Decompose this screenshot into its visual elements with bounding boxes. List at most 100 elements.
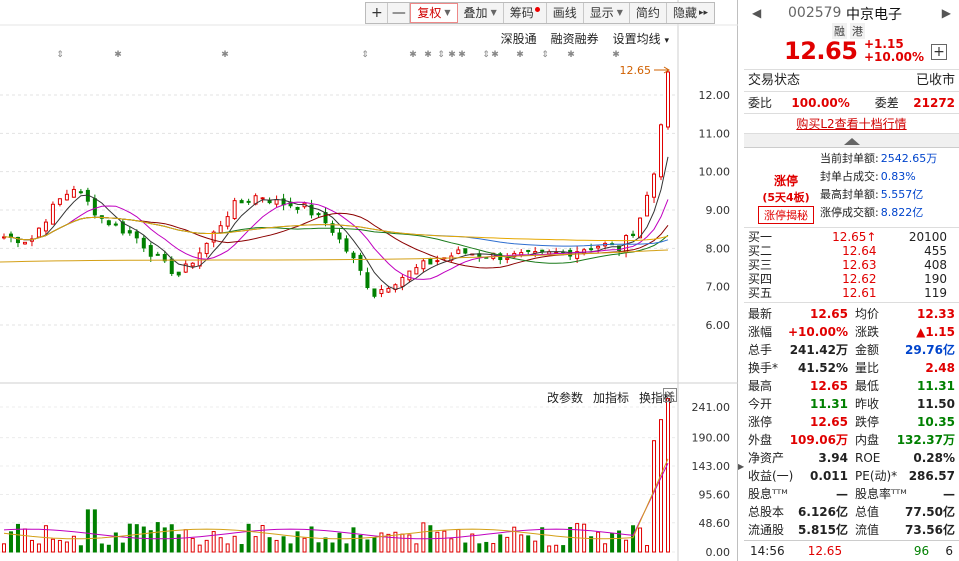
stat-cell: 内盘 132.37万 [855, 431, 955, 449]
stat-value: 10.35 [917, 415, 955, 429]
order-book-row[interactable]: 买一 12.65↑ 20100 [744, 230, 959, 244]
event-marker-icon: ✱ [424, 50, 432, 60]
stat-key: ROE [855, 451, 881, 465]
candle-body [428, 258, 433, 265]
volume-bar [141, 526, 146, 553]
candle-body [309, 204, 314, 216]
zoom-out-button[interactable]: — [388, 3, 411, 23]
book-volume: 119 [924, 286, 947, 300]
candle-body [106, 220, 111, 226]
limit-up-reveal-button[interactable]: 涨停揭秘 [758, 206, 814, 224]
jianyue-button[interactable]: 简约 [630, 3, 667, 23]
set-ma-button[interactable]: 设置均线 ▾ [613, 30, 669, 47]
volume-bar [491, 543, 496, 553]
candle-body [127, 230, 132, 234]
stat-cell: 换手* 41.52% [748, 359, 848, 377]
stat-cell: 涨跌 ▲1.15 [855, 323, 955, 341]
order-book-row[interactable]: 买五 12.61 119 [744, 286, 959, 300]
current-price: 12.65 [784, 37, 858, 65]
volume-bar [561, 545, 566, 553]
stat-cell: PE(动)* 286.57 [855, 467, 955, 485]
next-stock-icon[interactable]: ▶ [942, 6, 951, 20]
stat-key: 涨停 [748, 415, 773, 429]
yincang-button[interactable]: 隐藏 ▸▸ [667, 3, 714, 23]
stat-value: 0.011 [810, 469, 848, 483]
volume-bar [498, 534, 503, 553]
volume-bar [484, 541, 489, 553]
candle-body [379, 289, 384, 295]
xianshi-button[interactable]: 显示 ▼ [584, 3, 630, 23]
change-params-link[interactable]: 改参数 [547, 389, 583, 406]
tick-row: 14:56 12.65 96 6 [744, 540, 959, 561]
tick-price: 12.65 [807, 544, 843, 558]
stat-value: 6.126亿 [798, 505, 848, 519]
volume-bar [148, 530, 153, 553]
chouma-button[interactable]: 筹码 [504, 3, 547, 23]
stat-key: 涨幅 [748, 325, 773, 339]
volume-bar [232, 535, 237, 553]
book-price: 12.61 [842, 286, 877, 300]
shengutong-link[interactable]: 深股通 [501, 30, 537, 47]
event-marker-icon: ✱ [612, 50, 620, 60]
limit-detail-value: 0.83% [880, 170, 916, 183]
stat-cell: 净资产 3.94 [748, 449, 848, 467]
candle-body [71, 188, 76, 198]
stat-value: — [943, 487, 955, 501]
collapse-bar[interactable] [744, 134, 959, 148]
candle-body [554, 251, 559, 254]
candle-body [659, 124, 664, 178]
diejia-label: 叠加 [463, 6, 488, 20]
stat-cell: 收益(一) 0.011 [748, 467, 848, 485]
event-marker-icon: ⇕ [361, 50, 369, 60]
candle-body [50, 203, 55, 225]
volume-bar [414, 543, 419, 553]
stat-value: — [836, 487, 848, 501]
zoom-in-button[interactable]: + [366, 3, 389, 23]
event-marker-icon: ⇕ [437, 50, 445, 60]
diejia-button[interactable]: 叠加 ▼ [458, 3, 504, 23]
book-price: 12.63 [842, 258, 877, 272]
candle-body [358, 254, 363, 271]
stat-row: 净资产 3.94 ROE 0.28% [744, 449, 959, 467]
candle-body [190, 262, 195, 267]
limit-detail-key: 最高封单额: [820, 188, 879, 201]
prev-stock-icon[interactable]: ◀ [752, 6, 761, 20]
stat-value: 12.65 [810, 379, 848, 393]
weibi-label: 委比 [748, 96, 773, 110]
candle-body [435, 260, 440, 263]
stat-key: 总值 [855, 505, 880, 519]
chouma-label: 筹码 [509, 6, 534, 20]
stat-value: 132.37万 [896, 433, 955, 447]
event-marker-icon: ✱ [114, 50, 122, 60]
weibi-value: 100.00% [791, 95, 850, 110]
book-level: 买三 [748, 258, 773, 272]
indicator-menu: 改参数 加指标 换指标 [547, 389, 675, 406]
rongzi-link[interactable]: 融资融券 [551, 30, 599, 47]
l2-upgrade-link[interactable]: 购买L2查看十档行情 [744, 114, 959, 134]
stat-cell: 量比 2.48 [855, 359, 955, 377]
add-indicator-link[interactable]: 加指标 [593, 389, 629, 406]
limit-detail-value: 5.557亿 [880, 188, 924, 201]
add-watchlist-button[interactable]: + [931, 44, 947, 60]
volume-bar [183, 529, 188, 553]
stock-name: 中京电子 [846, 7, 902, 23]
kline-chart-area[interactable]: 12.00 11.00 10.00 9.00 8.00 7.00 6.00 241.00 190… [0, 0, 738, 561]
volume-bar [85, 509, 90, 553]
huaxian-button[interactable]: 画线 [547, 3, 584, 23]
volume-bar [477, 543, 482, 553]
fuquan-button[interactable]: 复权 ▼ [410, 3, 458, 23]
stat-cell: 今开 11.31 [748, 395, 848, 413]
volume-bar [610, 532, 615, 553]
kline-svg[interactable]: 12.00 11.00 10.00 9.00 8.00 7.00 6.00 241.00 190… [0, 0, 738, 561]
stat-key: 总股本 [748, 505, 785, 519]
stat-key: 均价 [855, 307, 880, 321]
volume-bar [22, 528, 27, 553]
order-book-row[interactable]: 买四 12.62 190 [744, 272, 959, 286]
order-book-row[interactable]: 买二 12.64 455 [744, 244, 959, 258]
tick-time: 14:56 [750, 544, 785, 558]
candle-body [645, 194, 650, 217]
close-icon[interactable]: × [663, 388, 677, 402]
stat-cell: 总手 241.42万 [748, 341, 848, 359]
order-book-row[interactable]: 买三 12.63 408 [744, 258, 959, 272]
limit-detail-row: 封单占成交: 0.83% [820, 168, 937, 186]
